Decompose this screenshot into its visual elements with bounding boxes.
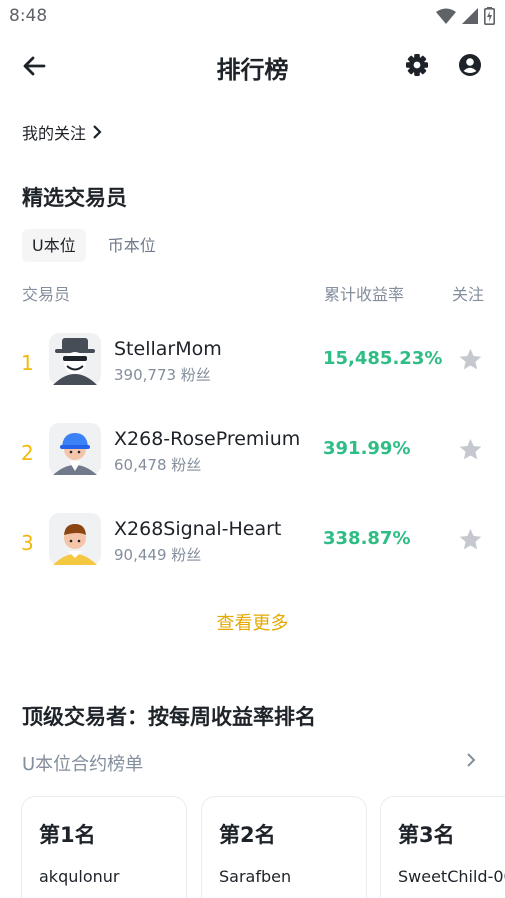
gear-icon	[406, 54, 428, 76]
my-follows-label: 我的关注	[22, 124, 87, 143]
column-header-roi: 累计收益率	[324, 285, 405, 304]
chevron-right-icon	[93, 125, 102, 139]
chevron-right-icon	[467, 753, 476, 767]
trader-row[interactable]: 3 X268Signal-Heart 90,449 粉丝 338.87%	[0, 504, 505, 594]
trader-name: X268Signal-Heart	[114, 518, 282, 540]
card-trader-name: akqulonur	[39, 867, 120, 886]
weekly-rank-cards: 第1名 akqulonur 第2名 Sarafben 第3名 SweetChil…	[21, 796, 505, 898]
weekly-ranking-title: 顶级交易者：按每周收益率排名	[22, 705, 316, 729]
card-trader-name: Sarafben	[219, 867, 292, 886]
card-rank: 第2名	[219, 823, 276, 847]
status-time: 8:48	[9, 6, 48, 26]
rank-card[interactable]: 第2名 Sarafben	[201, 796, 367, 898]
trader-roi: 15,485.23%	[323, 348, 443, 369]
trader-name: StellarMom	[114, 338, 222, 360]
my-follows-link[interactable]: 我的关注	[22, 120, 102, 144]
column-header-trader: 交易员	[22, 285, 71, 304]
trader-followers: 390,773 粉丝	[114, 366, 211, 384]
usdt-futures-leaderboard-link[interactable]: U本位合约榜单	[22, 750, 480, 776]
trader-rank: 2	[21, 441, 34, 465]
card-trader-name: SweetChild-00	[398, 867, 505, 886]
wifi-icon	[436, 8, 456, 24]
trader-rank: 1	[21, 351, 34, 375]
trader-name: X268-RosePremium	[114, 428, 301, 450]
featured-traders-title: 精选交易员	[22, 186, 127, 210]
column-header-follow: 关注	[451, 285, 484, 304]
battery-icon	[484, 7, 495, 25]
trader-avatar	[49, 423, 101, 475]
status-icons	[436, 7, 495, 25]
trader-avatar	[49, 513, 101, 565]
top-app-bar: 排行榜	[0, 34, 505, 96]
settings-button[interactable]	[403, 51, 431, 79]
card-rank: 第1名	[39, 823, 96, 847]
view-more-button[interactable]: 查看更多	[0, 609, 505, 635]
account-button[interactable]	[456, 51, 484, 79]
signal-icon	[462, 8, 478, 24]
rank-card[interactable]: 第3名 SweetChild-00	[380, 796, 505, 898]
tab-coin-margined[interactable]: 币本位	[98, 229, 166, 262]
star-icon[interactable]	[458, 347, 483, 372]
star-icon[interactable]	[458, 437, 483, 462]
margin-type-tabs: U本位 币本位	[22, 229, 166, 262]
card-rank: 第3名	[398, 823, 455, 847]
star-icon[interactable]	[458, 527, 483, 552]
trader-avatar	[49, 333, 101, 385]
trader-row[interactable]: 1 StellarMom 390,773 粉丝 15,485.23%	[0, 324, 505, 414]
trader-row[interactable]: 2 X268-RosePremium 60,478 粉丝 391.99%	[0, 414, 505, 504]
trader-rank: 3	[21, 531, 34, 555]
trader-followers: 90,449 粉丝	[114, 546, 202, 564]
account-circle-icon	[459, 54, 481, 76]
trader-table-header: 交易员 累计收益率 关注	[22, 281, 484, 304]
trader-followers: 60,478 粉丝	[114, 456, 202, 474]
rank-card[interactable]: 第1名 akqulonur	[21, 796, 187, 898]
trader-roi: 338.87%	[323, 528, 411, 549]
leaderboard-link-label: U本位合约榜单	[22, 754, 144, 775]
status-bar: 8:48	[0, 0, 505, 34]
tab-usdt-margined[interactable]: U本位	[22, 229, 86, 262]
trader-roi: 391.99%	[323, 438, 411, 459]
